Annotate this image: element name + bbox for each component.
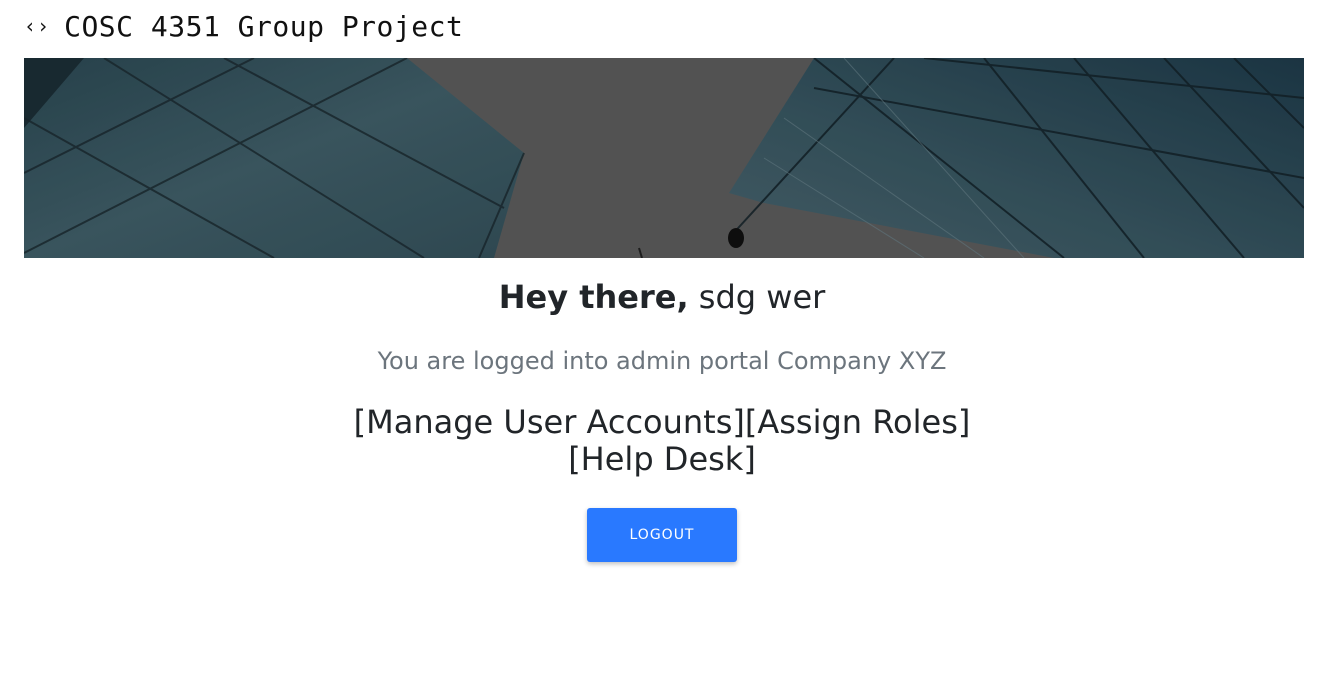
- code-icon: ‹›: [24, 14, 51, 38]
- greeting-prefix: Hey there,: [498, 278, 689, 316]
- manage-user-accounts-link[interactable]: [Manage User Accounts]: [354, 403, 745, 441]
- portal-subtitle: You are logged into admin portal Company…: [377, 347, 947, 375]
- logout-button[interactable]: LOGOUT: [587, 508, 737, 562]
- greeting-heading: Hey there, sdg wer: [0, 278, 1324, 316]
- app-header: ‹› COSC 4351 Group Project: [24, 8, 463, 44]
- hero-banner-image: [24, 58, 1304, 258]
- help-desk-link[interactable]: [Help Desk]: [568, 440, 756, 478]
- app-title: COSC 4351 Group Project: [64, 9, 464, 43]
- assign-roles-link[interactable]: [Assign Roles]: [745, 403, 970, 441]
- admin-links: [Manage User Accounts][Assign Roles][Hel…: [330, 404, 994, 478]
- user-name: sdg wer: [698, 278, 826, 316]
